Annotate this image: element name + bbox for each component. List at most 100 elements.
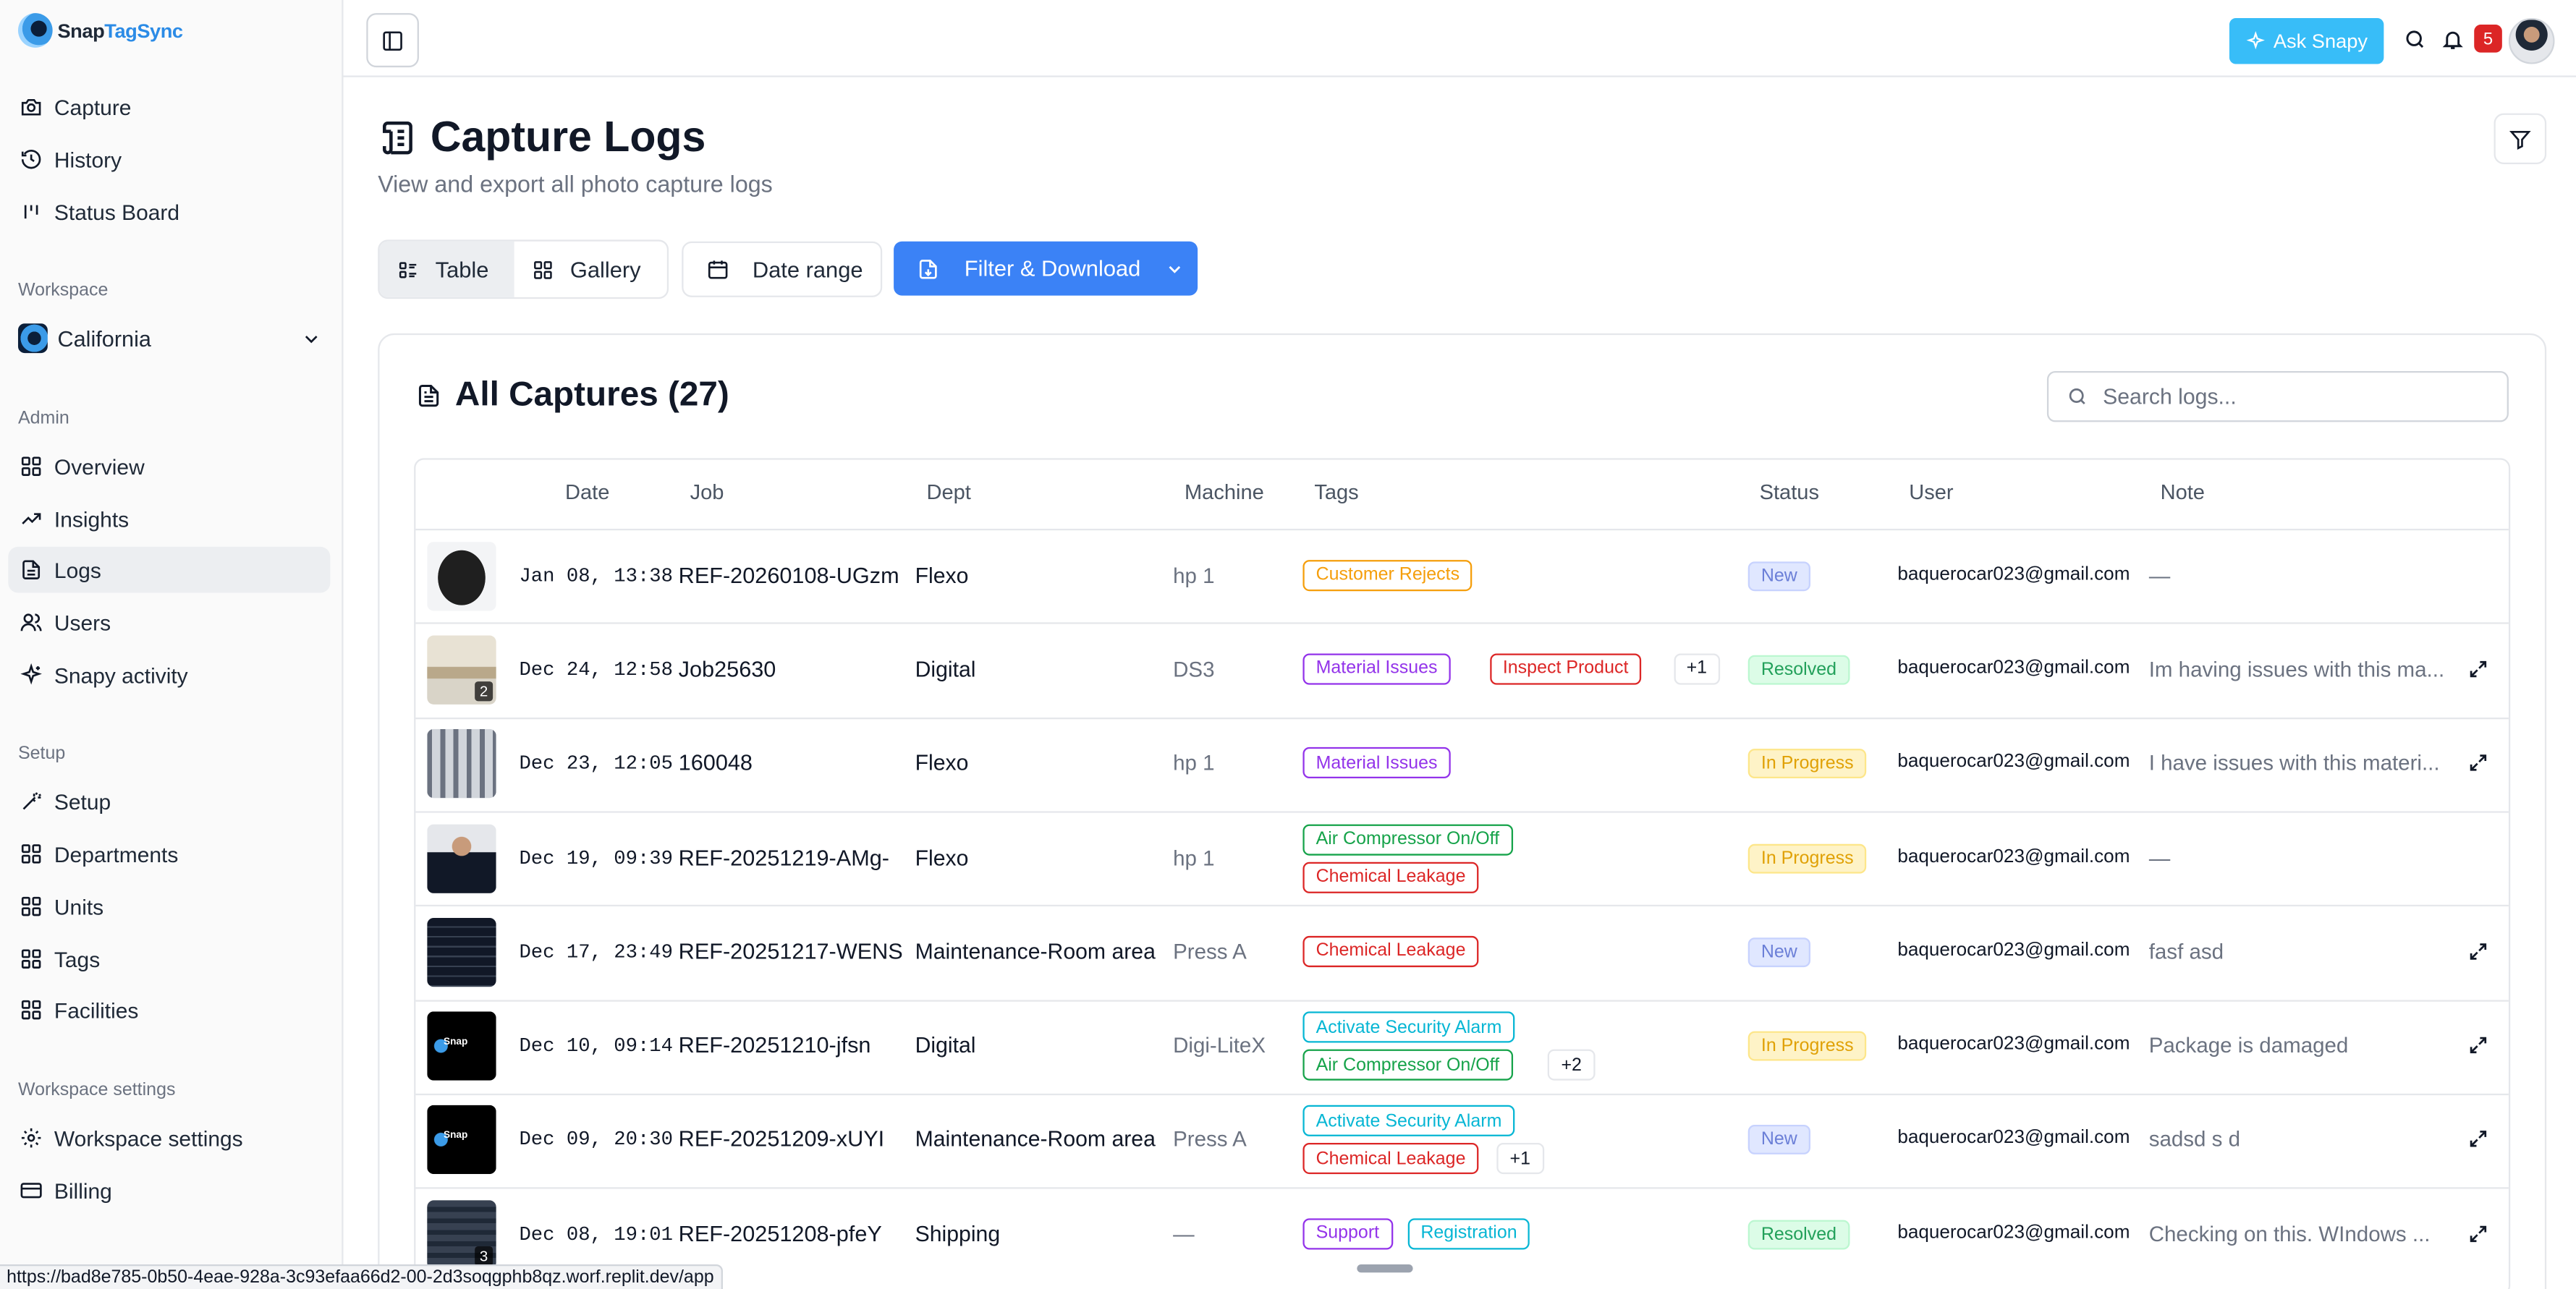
filter-button[interactable]	[2494, 113, 2547, 165]
brand[interactable]: SnapTagSync	[17, 13, 183, 48]
column-header-status[interactable]: Status	[1760, 480, 1819, 504]
workspace-selector[interactable]: California	[17, 322, 322, 354]
row-tag[interactable]: Inspect Product	[1489, 653, 1642, 685]
sidebar-item-insights[interactable]: Insights	[8, 496, 330, 543]
search-icon[interactable]	[2404, 28, 2427, 51]
row-tag[interactable]: Chemical Leakage	[1302, 1143, 1479, 1175]
date-range-button[interactable]: Date range	[682, 241, 883, 297]
sidebar-item-logs[interactable]: Logs	[8, 546, 331, 593]
page-title-text: Capture Logs	[430, 111, 706, 161]
workspace-logo-icon	[17, 323, 48, 354]
admin-section-title: Admin	[17, 409, 69, 429]
column-header-machine[interactable]: Machine	[1185, 480, 1264, 504]
ask-snapy-button[interactable]: Ask Snapy	[2229, 17, 2384, 64]
filter-icon	[2509, 129, 2531, 149]
row-tag[interactable]: Customer Rejects	[1302, 559, 1473, 591]
column-header-user[interactable]: User	[1909, 480, 1953, 504]
column-header-date[interactable]: Date	[565, 480, 609, 504]
row-dept: Flexo	[915, 750, 969, 776]
sidebar-item-departments[interactable]: Departments	[8, 831, 330, 877]
capture-thumbnail[interactable]	[427, 541, 496, 611]
sidebar-item-overview[interactable]: Overview	[8, 443, 330, 490]
expand-icon[interactable]	[2467, 752, 2489, 774]
row-date: Dec 17, 23:49	[519, 940, 674, 964]
camera-icon	[21, 98, 41, 116]
ask-snapy-label: Ask Snapy	[2273, 29, 2368, 53]
sidebar-item-units[interactable]: Units	[8, 883, 330, 929]
capture-thumbnail[interactable]: 3	[427, 1199, 496, 1269]
row-note: Package is damaged	[2148, 1033, 2349, 1058]
sidebar-item-capture[interactable]: Capture	[8, 84, 330, 130]
scrollbar-handle[interactable]	[1357, 1264, 1413, 1273]
search-logs	[2046, 371, 2509, 422]
search-input[interactable]	[2103, 384, 2481, 409]
row-tag[interactable]: Activate Security Alarm	[1302, 1011, 1515, 1043]
more-tags-badge[interactable]: +2	[1548, 1049, 1596, 1081]
sidebar-item-label: Workspace settings	[54, 1126, 243, 1151]
view-table-button[interactable]: Table	[379, 241, 514, 297]
capture-thumbnail[interactable]: Snap	[427, 1011, 496, 1081]
expand-icon[interactable]	[2467, 1034, 2489, 1056]
row-dept: Shipping	[915, 1221, 1001, 1246]
status-badge: In Progress	[1747, 843, 1867, 873]
column-header-dept[interactable]: Dept	[927, 480, 971, 504]
row-dept: Digital	[915, 1033, 976, 1058]
capture-thumbnail[interactable]: Snap	[427, 1105, 496, 1175]
row-note: fasf asd	[2148, 939, 2224, 964]
grid-icon	[21, 896, 41, 916]
column-header-job[interactable]: Job	[690, 480, 724, 504]
card-title-text: All Captures (27)	[454, 375, 729, 414]
sidebar-item-status-board[interactable]: Status Board	[8, 189, 330, 235]
sidebar-item-facilities[interactable]: Facilities	[8, 987, 330, 1033]
users-icon	[20, 613, 42, 631]
row-tag[interactable]: Activate Security Alarm	[1302, 1105, 1515, 1137]
row-tag[interactable]: Chemical Leakage	[1302, 935, 1479, 967]
card-icon	[20, 1183, 42, 1199]
sidebar-item-snapy-activity[interactable]: Snapy activity	[8, 652, 330, 698]
row-tag[interactable]: Air Compressor On/Off	[1302, 823, 1513, 855]
filter-download-button[interactable]: Filter & Download	[894, 241, 1198, 296]
row-job: REF-20251219-AMg-	[678, 845, 890, 870]
panel-icon	[383, 30, 402, 50]
row-tag[interactable]: Material Issues	[1302, 747, 1451, 779]
sidebar-item-billing[interactable]: Billing	[8, 1167, 330, 1214]
row-tag[interactable]: Air Compressor On/Off	[1302, 1049, 1513, 1081]
status-url: https://bad8e785-0b50-4eae-928a-3c93efaa…	[0, 1264, 722, 1289]
sidebar-item-workspace-settings[interactable]: Workspace settings	[8, 1115, 330, 1161]
row-date: Dec 09, 20:30	[519, 1128, 674, 1152]
status-badge: New	[1747, 937, 1811, 967]
scroll-icon	[383, 120, 412, 154]
expand-icon[interactable]	[2467, 940, 2489, 962]
row-date: Dec 23, 12:05	[519, 752, 674, 776]
row-machine: hp 1	[1173, 562, 1215, 587]
grid-icon	[21, 1000, 41, 1020]
sidebar-item-setup[interactable]: Setup	[8, 778, 330, 825]
sidebar-item-label: Departments	[54, 841, 179, 867]
column-header-tags[interactable]: Tags	[1314, 480, 1358, 504]
expand-icon[interactable]	[2467, 1129, 2489, 1151]
user-avatar[interactable]	[2508, 17, 2555, 64]
sidebar-toggle-button[interactable]	[366, 13, 419, 68]
column-header-note[interactable]: Note	[2161, 480, 2205, 504]
row-tag[interactable]: Chemical Leakage	[1302, 861, 1479, 893]
capture-thumbnail[interactable]	[427, 823, 496, 893]
row-tag[interactable]: Support	[1302, 1217, 1393, 1249]
sidebar-item-users[interactable]: Users	[8, 600, 330, 646]
sidebar-item-history[interactable]: History	[8, 136, 330, 182]
capture-thumbnail[interactable]: 2	[427, 635, 496, 705]
file-text-icon	[418, 384, 439, 407]
capture-thumbnail[interactable]	[427, 917, 496, 987]
row-tag[interactable]: Material Issues	[1302, 653, 1451, 685]
view-gallery-button[interactable]: Gallery	[514, 242, 659, 297]
capture-thumbnail[interactable]	[427, 729, 496, 799]
row-note: —	[2148, 845, 2171, 870]
sidebar-item-label: Status Board	[54, 199, 180, 224]
notification-badge: 5	[2474, 25, 2502, 53]
bell-icon[interactable]	[2441, 28, 2465, 51]
expand-icon[interactable]	[2467, 658, 2489, 680]
more-tags-badge[interactable]: +1	[1673, 653, 1721, 685]
sidebar-item-tags[interactable]: Tags	[8, 936, 330, 982]
row-tag[interactable]: Registration	[1407, 1217, 1530, 1249]
expand-icon[interactable]	[2467, 1223, 2489, 1245]
more-tags-badge[interactable]: +1	[1496, 1143, 1544, 1175]
